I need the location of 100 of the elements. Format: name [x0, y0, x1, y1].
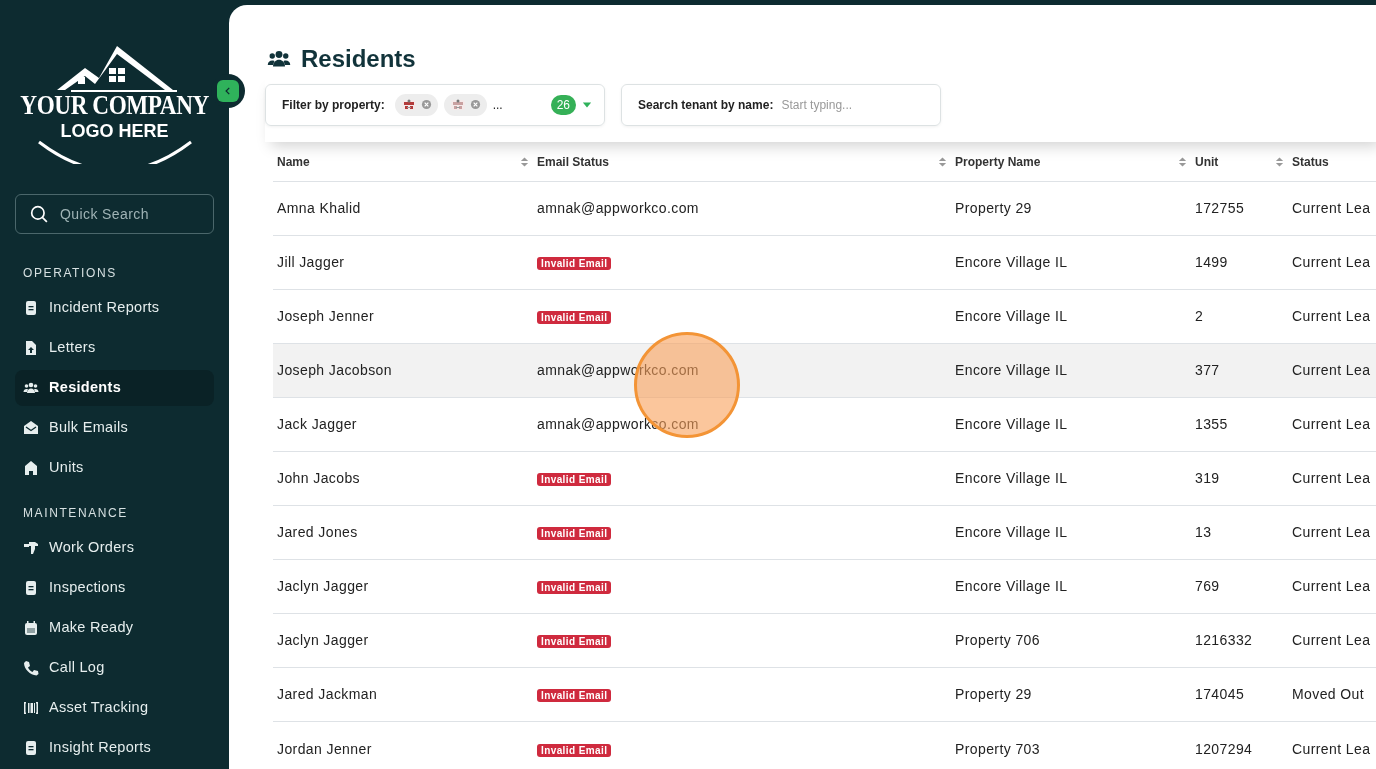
invalid-email-badge: Invalid Email	[537, 635, 612, 649]
column-header[interactable]: Email Status	[537, 152, 610, 171]
column-header[interactable]: Status	[1292, 152, 1329, 171]
name-cell: Jared Jones	[277, 524, 358, 541]
property-cell: Property 706	[955, 632, 1040, 649]
property-cell: Encore Village IL	[955, 416, 1068, 433]
status-cell: Current Lea	[1292, 524, 1371, 541]
hammer-icon	[23, 540, 39, 556]
name-cell: Joseph Jenner	[277, 308, 375, 325]
sidebar-item[interactable]: Work Orders	[15, 530, 214, 566]
collapse-sidebar-button[interactable]	[217, 80, 239, 102]
invalid-email-badge: Invalid Email	[537, 527, 612, 541]
status-cell: Current Lea	[1292, 632, 1371, 649]
sort-icon	[938, 155, 947, 168]
barcode-icon	[23, 700, 39, 716]
more-text: ...	[492, 96, 503, 114]
sidebar-item[interactable]: Make Ready	[15, 610, 214, 646]
sidebar-item[interactable]: Incident Reports	[15, 290, 214, 326]
email-cell: amnak@appworkco.com	[537, 200, 699, 217]
calendar-icon	[23, 620, 39, 636]
name-cell: Jared Jackman	[277, 686, 378, 703]
status-cell: Current Lea	[1292, 416, 1371, 433]
unit-cell: 319	[1195, 470, 1220, 487]
section-heading: MAINTENANCE	[23, 505, 129, 522]
unit-cell: 1207294	[1195, 740, 1253, 757]
quick-search-box[interactable]: Quick Search	[15, 194, 214, 234]
name-cell: John Jacobs	[277, 470, 360, 487]
name-cell: Jill Jagger	[277, 254, 345, 271]
property-cell: Encore Village IL	[955, 362, 1068, 379]
name-cell: Jaclyn Jagger	[277, 632, 369, 649]
users-icon	[23, 380, 39, 396]
search-label: Search tenant by name:	[638, 96, 774, 114]
column-header[interactable]: Property Name	[955, 152, 1041, 171]
sidebar-item[interactable]: Insight Reports	[15, 730, 214, 766]
property-filter[interactable]: Filter by property: ... 26	[265, 83, 605, 126]
column-header[interactable]: Unit	[1195, 152, 1219, 171]
page-title: Residents	[301, 45, 416, 74]
property-cell: Property 703	[955, 740, 1040, 757]
property-cell: Encore Village IL	[955, 470, 1068, 487]
sidebar-item[interactable]: Inspections	[15, 570, 214, 606]
status-cell: Current Lea	[1292, 308, 1371, 325]
search-icon	[30, 205, 48, 223]
logo-text: YOUR COMPANY	[20, 92, 209, 119]
unit-cell: 1355	[1195, 416, 1228, 433]
name-cell: Joseph Jacobson	[277, 362, 392, 379]
unit-cell: 1499	[1195, 254, 1228, 271]
sidebar-item[interactable]: Asset Tracking	[15, 690, 214, 726]
property-cell: Encore Village IL	[955, 578, 1068, 595]
logo-text: LOGO HERE	[60, 122, 169, 140]
sidebar-item[interactable]: Units	[15, 450, 214, 486]
unit-cell: 174045	[1195, 686, 1245, 703]
name-cell: Amna Khalid	[277, 200, 361, 217]
file-upload-icon	[23, 340, 39, 356]
unit-cell: 769	[1195, 578, 1220, 595]
sidebar-item[interactable]: Call Log	[15, 650, 214, 686]
count-badge: 26	[550, 94, 576, 115]
house-icon	[23, 460, 39, 476]
quick-search-field[interactable]: Quick Search	[58, 202, 188, 226]
remove-icon	[420, 99, 432, 111]
sidebar-item[interactable]: Bulk Emails	[15, 410, 214, 446]
remove-icon	[469, 99, 481, 111]
invalid-email-badge: Invalid Email	[537, 743, 612, 757]
document-icon	[23, 300, 39, 316]
property-cell: Encore Village IL	[955, 524, 1068, 541]
sort-icon	[1275, 155, 1284, 168]
name-cell: Jaclyn Jagger	[277, 578, 369, 595]
unit-cell: 2	[1195, 308, 1204, 325]
column-header[interactable]: Name	[277, 152, 310, 171]
unit-cell: 172755	[1195, 200, 1245, 217]
envelope-icon	[23, 420, 39, 436]
property-cell: Property 29	[955, 200, 1032, 217]
filter-label: Filter by property:	[282, 96, 385, 114]
status-cell: Current Lea	[1292, 254, 1371, 271]
property-cell: Encore Village IL	[955, 308, 1068, 325]
invalid-email-badge: Invalid Email	[537, 689, 612, 703]
status-cell: Moved Out	[1292, 686, 1365, 703]
property-cell: Property 29	[955, 686, 1032, 703]
sidebar-item[interactable]: Letters	[15, 330, 214, 366]
sort-icon	[1178, 155, 1187, 168]
unit-cell: 1216332	[1195, 632, 1253, 649]
status-cell: Current Lea	[1292, 740, 1371, 757]
invalid-email-badge: Invalid Email	[537, 473, 612, 487]
phone-icon	[23, 660, 39, 676]
status-cell: Current Lea	[1292, 200, 1371, 217]
section-heading: OPERATIONS	[23, 265, 118, 282]
unit-cell: 377	[1195, 362, 1220, 379]
invalid-email-badge: Invalid Email	[537, 257, 612, 271]
status-cell: Current Lea	[1292, 362, 1371, 379]
sort-icon	[520, 155, 529, 168]
name-cell: Jack Jagger	[277, 416, 357, 433]
property-cell: Encore Village IL	[955, 254, 1068, 271]
chevron-left-icon	[223, 86, 233, 96]
status-cell: Current Lea	[1292, 470, 1371, 487]
document-icon	[23, 740, 39, 756]
document-icon	[23, 580, 39, 596]
unit-cell: 13	[1195, 524, 1212, 541]
name-cell: Jordan Jenner	[277, 740, 372, 757]
invalid-email-badge: Invalid Email	[537, 311, 612, 325]
sidebar-item[interactable]: Residents	[15, 370, 214, 406]
invalid-email-badge: Invalid Email	[537, 581, 612, 595]
